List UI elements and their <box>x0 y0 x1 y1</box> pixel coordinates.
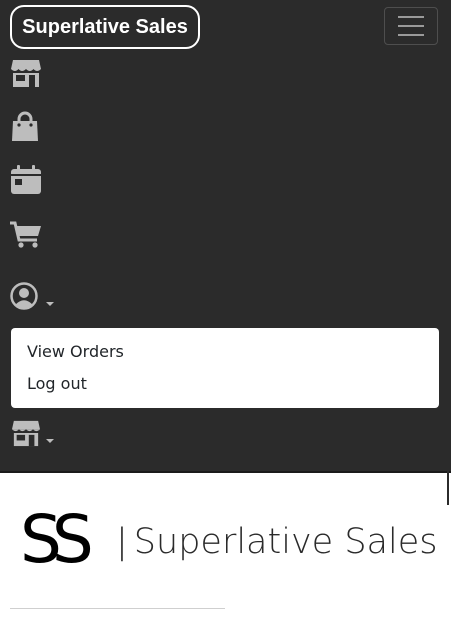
navbar-toggler-button[interactable] <box>384 7 438 45</box>
store-icon <box>11 60 41 87</box>
shopping-bag-icon <box>12 111 38 141</box>
brand-link[interactable]: Superlative Sales <box>10 5 200 49</box>
chevron-down-icon <box>46 439 54 443</box>
user-menu-toggle[interactable] <box>10 282 58 310</box>
store-menu-toggle[interactable] <box>10 419 58 449</box>
chevron-down-icon <box>46 302 54 306</box>
logo-text: Superlative Sales <box>133 522 438 562</box>
nav-item-store[interactable] <box>10 58 42 88</box>
hamburger-icon <box>398 16 424 18</box>
nav-item-shop[interactable] <box>10 111 40 143</box>
user-circle-icon <box>10 282 38 310</box>
scrollbar[interactable] <box>447 471 449 505</box>
logo-separator: | <box>116 522 128 562</box>
user-dropdown-menu: View Orders Log out <box>11 328 439 408</box>
store-icon <box>12 420 40 447</box>
nav-item-cart[interactable] <box>10 221 42 249</box>
nav-item-calendar[interactable] <box>10 165 42 195</box>
view-orders-link[interactable]: View Orders <box>11 336 439 368</box>
log-out-link[interactable]: Log out <box>11 368 439 400</box>
calendar-icon <box>11 165 41 194</box>
logo-mark: SS <box>20 501 94 578</box>
divider <box>10 608 225 609</box>
cart-icon <box>10 221 41 248</box>
logo-wordmark: | Superlative Sales <box>116 518 437 566</box>
